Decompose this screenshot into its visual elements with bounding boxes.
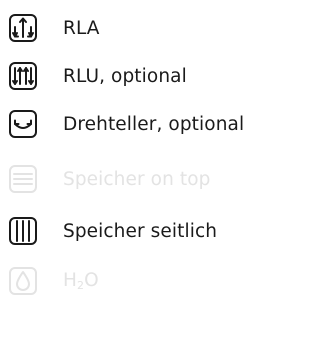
feature-rlu: RLU, optional: [8, 59, 187, 93]
feature-rla: RLA: [8, 11, 100, 45]
h2o-end: O: [84, 270, 99, 291]
water-drop-icon: [8, 266, 38, 296]
feature-speicher-on-top: Speicher on top: [8, 162, 211, 196]
storage-top-icon: [8, 164, 38, 194]
feature-label: H2O: [63, 270, 99, 292]
feature-label: RLU, optional: [63, 65, 187, 87]
rlu-arrows-icon: [8, 61, 38, 91]
rla-arrows-icon: [8, 13, 38, 43]
feature-label: Speicher on top: [63, 168, 211, 190]
storage-side-icon: [8, 216, 38, 246]
turntable-icon: [8, 109, 38, 139]
feature-list: RLA RLU, optional Drehteller, optional S…: [0, 0, 271, 341]
feature-speicher-seitlich: Speicher seitlich: [8, 214, 217, 248]
feature-label: RLA: [63, 17, 100, 39]
feature-label: Drehteller, optional: [63, 113, 245, 135]
h2o-main: H: [63, 270, 78, 291]
feature-drehteller: Drehteller, optional: [8, 107, 244, 141]
feature-h2o: H2O: [8, 264, 99, 298]
feature-label: Speicher seitlich: [63, 220, 218, 242]
